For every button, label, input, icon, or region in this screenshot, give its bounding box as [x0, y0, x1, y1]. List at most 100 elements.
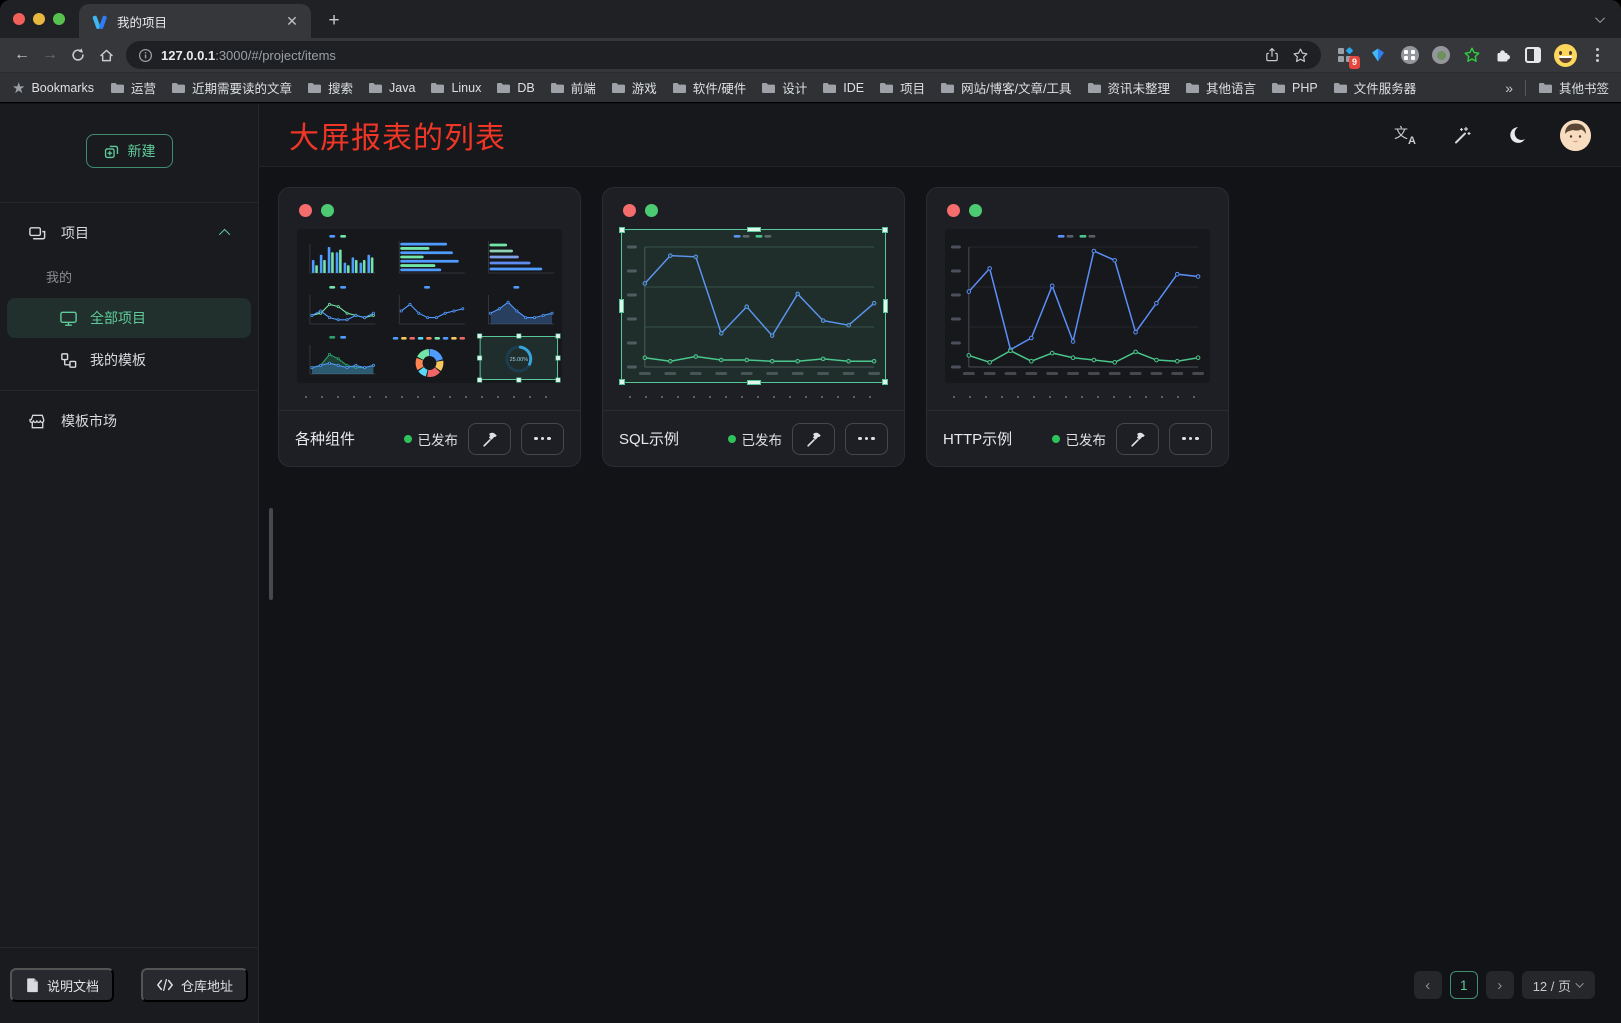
new-tab-button[interactable]: +: [319, 6, 349, 36]
new-project-label: 新建: [128, 141, 156, 161]
bookmark-folder-label: 运营: [131, 78, 156, 97]
minimize-window-button[interactable]: [33, 13, 45, 25]
sidebar-item-my-templates[interactable]: 我的模板: [7, 340, 251, 380]
bookmark-folder[interactable]: Java: [368, 81, 415, 95]
red-dot: [299, 204, 312, 217]
extension-record-icon[interactable]: [1432, 46, 1450, 64]
edit-project-button[interactable]: [1116, 423, 1159, 455]
profile-avatar[interactable]: [1554, 44, 1577, 67]
more-actions-button[interactable]: [845, 423, 888, 455]
extension-grid-icon[interactable]: 9: [1335, 45, 1355, 65]
extensions-puzzle-icon[interactable]: [1494, 46, 1512, 64]
divider: [0, 202, 258, 203]
home-button[interactable]: [92, 41, 120, 69]
other-bookmarks[interactable]: 其他书签: [1538, 78, 1609, 97]
sidebar-item-all-projects[interactable]: 全部项目: [7, 298, 251, 338]
bookmark-folder[interactable]: 前端: [550, 78, 596, 97]
code-icon: [156, 978, 174, 992]
user-avatar[interactable]: [1560, 120, 1591, 151]
folder-icon: [110, 82, 125, 94]
folder-icon: [1271, 82, 1286, 94]
hammer-icon: [1129, 430, 1147, 448]
docs-button[interactable]: 说明文档: [10, 968, 114, 1002]
preview-chart: [945, 229, 1210, 383]
bookmarks-root[interactable]: ★ Bookmarks: [12, 79, 94, 97]
bookmark-folder-label: 设计: [782, 78, 807, 97]
bookmark-folder[interactable]: Linux: [430, 81, 481, 95]
dark-mode-button[interactable]: [1504, 122, 1530, 148]
reload-button[interactable]: [64, 41, 92, 69]
current-page-button[interactable]: 1: [1450, 971, 1478, 999]
next-page-button[interactable]: ›: [1486, 971, 1514, 999]
bookmark-folder[interactable]: 文件服务器: [1333, 78, 1417, 97]
green-dot: [969, 204, 982, 217]
maximize-window-button[interactable]: [53, 13, 65, 25]
bookmark-folder[interactable]: 游戏: [611, 78, 657, 97]
more-actions-button[interactable]: [1169, 423, 1212, 455]
bookmark-folder[interactable]: 项目: [879, 78, 925, 97]
bookmark-folder[interactable]: 搜索: [307, 78, 353, 97]
monitor-icon: [59, 309, 78, 328]
bookmark-folder[interactable]: 软件/硬件: [672, 78, 746, 97]
bookmark-folder-label: Java: [389, 81, 415, 95]
bookmarks-overflow-button[interactable]: »: [1505, 80, 1513, 96]
ruler-dots: [629, 396, 878, 398]
extension-command-icon[interactable]: [1401, 46, 1419, 64]
bookmark-folder-label: 近期需要读的文章: [192, 78, 292, 97]
browser-window: 我的项目 ✕ + ← → 127.0.0.1:3000/#/project/it…: [0, 0, 1621, 1023]
status-badge: 已发布: [1052, 429, 1107, 449]
more-actions-button[interactable]: [521, 423, 564, 455]
bookmark-folder[interactable]: 资讯未整理: [1087, 78, 1171, 97]
preview-chart: 25.00%: [297, 229, 562, 383]
bookmark-folder[interactable]: IDE: [822, 81, 864, 95]
theme-wand-button[interactable]: [1448, 122, 1474, 148]
sidebar-section-project[interactable]: 项目: [0, 213, 258, 253]
bookmark-folder[interactable]: 运营: [110, 78, 156, 97]
sidebar-item-template-market[interactable]: 模板市场: [0, 401, 258, 441]
main-area: 大屏报表的列表 文A: [259, 104, 1621, 1023]
language-toggle-button[interactable]: 文A: [1392, 122, 1418, 148]
bookmark-folder-label: PHP: [1292, 81, 1318, 95]
bookmark-folder[interactable]: 网站/博客/文章/工具: [940, 78, 1071, 97]
extension-gem-icon[interactable]: [1368, 45, 1388, 65]
share-icon[interactable]: [1264, 47, 1280, 63]
side-panel-icon[interactable]: [1525, 47, 1541, 63]
page-size-select[interactable]: 12 / 页: [1522, 971, 1595, 999]
card-window-dots: [603, 188, 904, 221]
project-card: 25.00% 各种组件 已发布: [278, 187, 581, 467]
forward-button[interactable]: →: [36, 41, 64, 69]
edit-project-button[interactable]: [468, 423, 511, 455]
bookmark-folder[interactable]: 其他语言: [1185, 78, 1256, 97]
extension-badge: 9: [1349, 56, 1360, 69]
project-preview[interactable]: [945, 229, 1210, 383]
bookmark-star-icon[interactable]: [1292, 47, 1309, 64]
project-name: SQL示例: [619, 428, 679, 449]
card-window-dots: [927, 188, 1228, 221]
extension-green-star-icon[interactable]: [1463, 46, 1481, 64]
project-preview[interactable]: [621, 229, 886, 383]
bookmark-folder-label: 其他语言: [1206, 78, 1256, 97]
back-button[interactable]: ←: [8, 41, 36, 69]
address-bar[interactable]: 127.0.0.1:3000/#/project/items: [126, 41, 1321, 69]
browser-tab[interactable]: 我的项目 ✕: [79, 4, 311, 38]
moon-icon: [1507, 125, 1527, 145]
bookmarks-label: Bookmarks: [31, 81, 94, 95]
bookmark-folder[interactable]: DB: [496, 81, 534, 95]
bookmark-folder[interactable]: 近期需要读的文章: [171, 78, 292, 97]
blue-gem-icon: [1370, 47, 1386, 63]
bookmark-folder[interactable]: PHP: [1271, 81, 1318, 95]
edit-project-button[interactable]: [792, 423, 835, 455]
bookmark-folder[interactable]: 设计: [761, 78, 807, 97]
browser-menu-icon[interactable]: [1590, 48, 1605, 62]
project-preview[interactable]: 25.00%: [297, 229, 562, 383]
reload-icon: [70, 47, 86, 63]
status-label: 已发布: [1066, 429, 1107, 449]
tab-close-icon[interactable]: ✕: [283, 12, 301, 30]
scrollbar-thumb[interactable]: [269, 508, 273, 600]
repo-button[interactable]: 仓库地址: [141, 968, 248, 1002]
close-window-button[interactable]: [13, 13, 25, 25]
tab-search-button[interactable]: [1598, 0, 1605, 38]
site-info-icon[interactable]: [138, 48, 153, 63]
prev-page-button[interactable]: ‹: [1414, 971, 1442, 999]
new-project-button[interactable]: 新建: [86, 134, 173, 168]
